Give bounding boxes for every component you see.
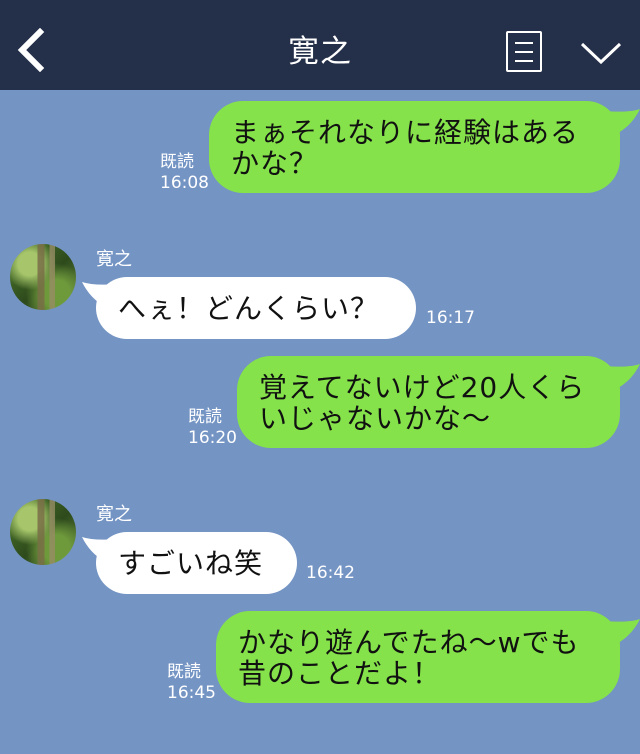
message-text: かなり遊んでたね〜wでも [238,626,580,659]
message-meta: 既読 16:08 [160,152,209,194]
received-message-bubble[interactable]: すごいね笑 [96,532,297,594]
timestamp: 16:17 [426,308,475,328]
message-text: 昔のことだよ！ [238,657,442,690]
timestamp: 16:45 [167,683,216,703]
sender-name: 寛之 [96,249,132,270]
chevron-down-icon[interactable] [579,38,623,68]
menu-list-icon[interactable] [506,31,542,72]
read-receipt: 既読 [160,152,194,172]
timestamp: 16:08 [160,173,209,193]
message-text: かな？ [231,147,319,180]
message-text: へぇ！どんくらい？ [118,291,380,325]
bubble-tail [604,619,640,643]
message-text: まぁそれなりに経験はある [231,116,580,149]
chat-title: 寛之 [288,34,352,70]
avatar[interactable] [10,499,76,565]
bubble-tail [604,364,640,388]
sent-message-bubble[interactable]: まぁそれなりに経験はある かな？ [209,101,620,193]
sent-message-bubble[interactable]: かなり遊んでたね〜wでも 昔のことだよ！ [216,611,620,703]
message-meta: 既読 16:20 [188,407,237,449]
received-message-bubble[interactable]: へぇ！どんくらい？ [96,277,416,339]
read-receipt: 既読 [167,662,201,682]
message-text: いじゃないかな〜 [259,402,492,435]
timestamp: 16:20 [188,428,237,448]
timestamp: 16:42 [306,563,355,583]
message-meta: 既読 16:45 [167,662,216,704]
message-text: 覚えてないけど20人くら [259,371,586,404]
message-text: すごいね笑 [118,546,264,580]
sender-name: 寛之 [96,504,132,525]
sent-message-bubble[interactable]: 覚えてないけど20人くら いじゃないかな〜 [237,356,620,448]
avatar[interactable] [10,244,76,310]
bubble-tail [604,109,640,133]
chat-header: 寛之 [0,0,640,90]
read-receipt: 既読 [188,407,222,427]
